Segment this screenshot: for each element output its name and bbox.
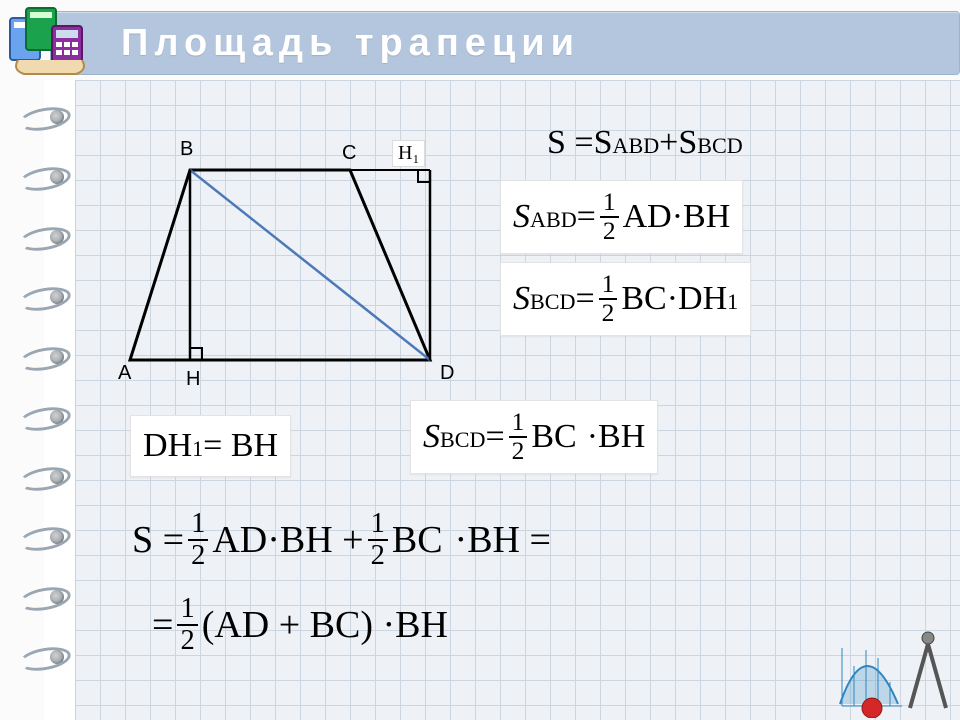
slide-root: Площадь трапеции [0, 0, 960, 720]
vertex-label-A: A [118, 362, 131, 385]
f4-D: D [143, 427, 168, 465]
vertex-label-B: B [180, 138, 193, 161]
vertex-label-H1: H₁ [392, 140, 425, 167]
f5-eq: = [485, 418, 504, 456]
f6-a: S = [132, 518, 184, 562]
fraction-half-icon-4: 1 2 [188, 509, 208, 571]
f2-S: S [513, 198, 530, 236]
f5-mid: BC [531, 418, 576, 456]
fraction-half-icon: 1 2 [600, 189, 619, 245]
formula-s-total: S = SABD + SBCD [535, 120, 755, 166]
half-den6: 2 [177, 626, 197, 656]
f7-a: = [152, 603, 173, 647]
f1-plus: + [659, 124, 678, 162]
f6-d: ·BH = [455, 518, 551, 562]
f4-Hsub: 1 [192, 436, 203, 462]
half-num6: 1 [177, 594, 197, 626]
f1-s-eq: S = [547, 124, 594, 162]
half-num3: 1 [509, 409, 528, 438]
spiral-binding [44, 80, 76, 720]
f2-rhs: AD·BH [623, 198, 731, 236]
formula-sbcd-bh: SBCD = 1 2 BC ·BH [410, 400, 658, 474]
f6-c: BC [392, 518, 443, 562]
f3-H: H [703, 280, 728, 318]
f4-eqbh: = BH [203, 427, 278, 465]
f7-b: (AD + BC) ·BH [202, 603, 448, 647]
fraction-half-icon-3: 1 2 [509, 409, 528, 465]
f3-mid: BC·D [621, 280, 702, 318]
f3-S: S [513, 280, 530, 318]
graph-compass-icon [836, 618, 956, 718]
f3-sub: BCD [530, 289, 575, 315]
f6-b: AD·BH + [212, 518, 363, 562]
f5-S: S [423, 418, 440, 456]
formula-sbcd: SBCD = 1 2 BC·DH1 [500, 262, 751, 336]
f3-eq: = [575, 280, 594, 318]
f1-sub-bcd: BCD [697, 133, 742, 159]
f4-H: H [168, 427, 193, 465]
fraction-half-icon-5: 1 2 [368, 509, 388, 571]
f3-Hsub: 1 [727, 289, 738, 315]
fraction-half-icon-2: 1 2 [599, 271, 618, 327]
half-num2: 1 [599, 271, 618, 300]
formula-dh1-eq-bh: DH1 = BH [130, 415, 291, 477]
half-num5: 1 [368, 509, 388, 541]
vertex-label-H: H [186, 368, 200, 391]
vertex-label-D: D [440, 362, 454, 385]
title-bar-wrap: Площадь трапеции [50, 8, 960, 78]
formula-expanded: S = 1 2 AD·BH + 1 2 BC ·BH = [120, 505, 563, 575]
f1-sbcd-s: S [678, 124, 697, 162]
half-den2: 2 [599, 300, 618, 327]
slide-title-text: Площадь трапеции [121, 22, 580, 65]
half-den3: 2 [509, 438, 528, 465]
half-num: 1 [600, 189, 619, 218]
fraction-half-icon-6: 1 2 [177, 594, 197, 656]
f1-sacd-s: S [594, 124, 613, 162]
slide-title: Площадь трапеции [50, 11, 960, 75]
books-calculator-icon [4, 0, 94, 82]
f1-sub-abd: ABD [613, 133, 660, 159]
f5-tail: ·BH [587, 418, 646, 456]
vertex-label-C: C [342, 142, 356, 165]
f2-sub: ABD [530, 207, 577, 233]
formula-final: = 1 2 (AD + BC) ·BH [140, 590, 460, 660]
f5-sub: BCD [440, 427, 485, 453]
half-num4: 1 [188, 509, 208, 541]
f2-eq: = [577, 198, 596, 236]
half-den: 2 [600, 218, 619, 245]
formula-sabd: SABD = 1 2 AD·BH [500, 180, 743, 254]
half-den5: 2 [368, 541, 388, 571]
trapezoid-diagram: A B C D H H₁ [110, 130, 475, 400]
half-den4: 2 [188, 541, 208, 571]
